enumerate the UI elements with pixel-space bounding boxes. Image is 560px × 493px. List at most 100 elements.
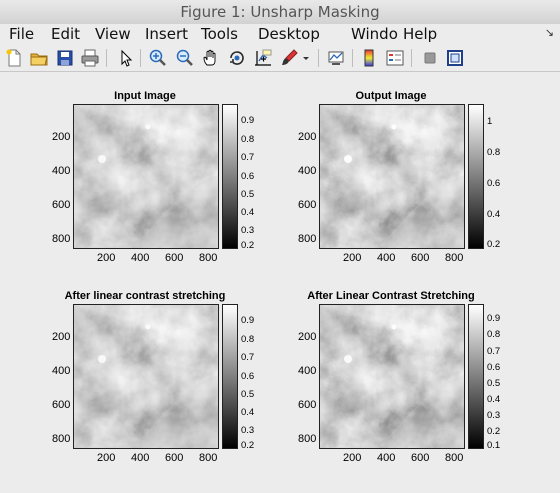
colorbar-tick-label: 0.2 <box>487 239 501 250</box>
pan-hand-icon[interactable] <box>201 48 221 68</box>
zoom-in-icon[interactable] <box>148 48 168 68</box>
zoom-out-icon[interactable] <box>175 48 195 68</box>
x-tick-label: 400 <box>377 452 396 464</box>
colorbar-tick-label: 0.2 <box>487 426 501 437</box>
y-tick-label: 400 <box>298 165 317 177</box>
colorbar-tick-label: 0.6 <box>241 171 255 182</box>
x-tick-label: 200 <box>97 452 116 464</box>
subplot-title: Input Image <box>114 90 176 102</box>
y-tick-label: 800 <box>52 433 71 445</box>
colorbar-tick-label: 0.6 <box>487 178 501 189</box>
data-cursor-icon[interactable] <box>253 48 273 68</box>
y-tick-label: 600 <box>52 399 71 411</box>
menu-edit[interactable]: Edit <box>51 24 80 44</box>
link-plot-icon[interactable] <box>326 48 346 68</box>
x-tick-label: 400 <box>131 252 150 264</box>
print-icon[interactable] <box>80 48 100 68</box>
colorbar-tick-label: 0.4 <box>487 209 501 220</box>
menu-tools[interactable]: Tools <box>201 24 238 44</box>
brush-dropdown-icon[interactable] <box>300 48 312 68</box>
colorbar-tick-label: 0.4 <box>241 207 255 218</box>
rotate-3d-icon[interactable] <box>227 48 247 68</box>
pointer-icon[interactable] <box>115 48 135 68</box>
y-tick-label: 400 <box>52 165 71 177</box>
colorbar-tick-label: 0.3 <box>241 425 255 436</box>
colorbar-tick-label: 0.6 <box>487 362 501 373</box>
colorbar-tick-label: 0.9 <box>241 315 255 326</box>
colorbar-tick-label: 0.7 <box>241 152 255 163</box>
colorbar[interactable] <box>468 304 484 449</box>
toolbar-separator <box>140 49 141 67</box>
moon-image[interactable] <box>319 304 465 449</box>
y-tick-label: 400 <box>52 365 71 377</box>
colorbar-icon[interactable] <box>359 48 379 68</box>
colorbar-tick-label: 0.8 <box>487 329 501 340</box>
toolbar-separator <box>352 49 353 67</box>
colorbar-tick-label: 1 <box>487 116 493 127</box>
y-tick-label: 600 <box>52 199 71 211</box>
open-file-icon[interactable] <box>29 48 49 68</box>
save-icon[interactable] <box>55 48 75 68</box>
colorbar[interactable] <box>222 104 238 249</box>
x-tick-label: 400 <box>377 252 396 264</box>
colorbar[interactable] <box>222 304 238 449</box>
colorbar-tick-label: 0.8 <box>241 134 255 145</box>
colorbar-tick-label: 0.3 <box>241 225 255 236</box>
brush-icon[interactable] <box>279 48 299 68</box>
window-title-bar: Figure 1: Unsharp Masking <box>0 0 560 25</box>
x-tick-label: 800 <box>445 252 464 264</box>
menu-dock-arrow-icon[interactable]: ↘ <box>545 26 554 39</box>
colorbar-tick-label: 0.2 <box>241 440 255 451</box>
x-tick-label: 600 <box>165 452 184 464</box>
menu-file[interactable]: File <box>9 24 34 44</box>
colorbar-tick-label: 0.7 <box>487 346 501 357</box>
colorbar-tick-label: 0.6 <box>241 371 255 382</box>
show-plot-tools-icon[interactable] <box>445 48 465 68</box>
y-tick-label: 400 <box>298 365 317 377</box>
menu-insert[interactable]: Insert <box>145 24 188 44</box>
menu-view[interactable]: View <box>95 24 131 44</box>
x-tick-label: 400 <box>131 452 150 464</box>
colorbar-tick-label: 0.9 <box>487 313 501 324</box>
figure-canvas: Input Image 200 400 600 800 200 400 600 … <box>0 72 560 493</box>
y-tick-label: 600 <box>298 399 317 411</box>
menu-window[interactable]: Windo <box>351 24 398 44</box>
menu-desktop[interactable]: Desktop <box>258 24 320 44</box>
colorbar-tick-label: 0.1 <box>487 440 501 451</box>
subplot-title: After Linear Contrast Stretching <box>307 290 475 302</box>
moon-image[interactable] <box>73 304 219 449</box>
y-tick-label: 200 <box>52 131 71 143</box>
new-figure-icon[interactable] <box>4 48 24 68</box>
y-tick-label: 800 <box>52 233 71 245</box>
subplot-title: Output Image <box>355 90 427 102</box>
y-tick-label: 200 <box>298 131 317 143</box>
moon-image-render <box>320 105 464 248</box>
colorbar-tick-label: 0.8 <box>487 147 501 158</box>
moon-image-render <box>74 105 218 248</box>
x-tick-label: 600 <box>411 252 430 264</box>
y-tick-label: 200 <box>52 331 71 343</box>
colorbar-tick-label: 0.2 <box>241 240 255 251</box>
colorbar-tick-label: 0.5 <box>241 189 255 200</box>
x-tick-label: 600 <box>411 452 430 464</box>
moon-image[interactable] <box>73 104 219 249</box>
x-tick-label: 800 <box>199 452 218 464</box>
colorbar[interactable] <box>468 104 484 249</box>
menu-help[interactable]: Help <box>403 24 437 44</box>
moon-image-render <box>320 305 464 448</box>
moon-image[interactable] <box>319 104 465 249</box>
legend-icon[interactable] <box>385 48 405 68</box>
x-tick-label: 800 <box>445 452 464 464</box>
x-tick-label: 200 <box>343 452 362 464</box>
toolbar-separator <box>411 49 412 67</box>
window-title: Figure 1: Unsharp Masking <box>180 3 380 21</box>
hide-plot-tools-icon[interactable] <box>420 48 440 68</box>
y-tick-label: 600 <box>298 199 317 211</box>
subplot-title: After linear contrast stretching <box>64 290 226 302</box>
moon-image-render <box>74 305 218 448</box>
x-tick-label: 200 <box>343 252 362 264</box>
x-tick-label: 200 <box>97 252 116 264</box>
colorbar-tick-label: 0.5 <box>241 389 255 400</box>
colorbar-tick-label: 0.8 <box>241 334 255 345</box>
x-tick-label: 600 <box>165 252 184 264</box>
